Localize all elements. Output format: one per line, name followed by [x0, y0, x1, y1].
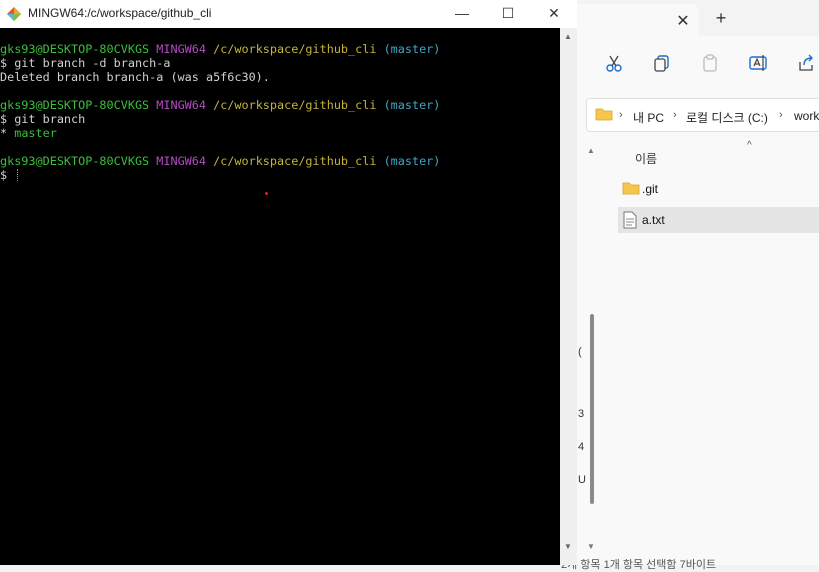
new-tab-button[interactable]: +	[711, 8, 731, 28]
text-cursor	[17, 169, 19, 181]
file-name: a.txt	[642, 213, 665, 227]
file-row[interactable]: a.txt	[618, 207, 819, 233]
prompt-branch: (master)	[383, 42, 441, 56]
scroll-up-icon[interactable]: ▲	[587, 146, 595, 155]
nav-pane-text: (	[578, 346, 582, 358]
prompt-host: MINGW64	[156, 42, 206, 56]
chevron-right-icon: ›	[619, 109, 623, 121]
scroll-up-icon[interactable]: ▲	[564, 32, 572, 41]
scroll-down-icon[interactable]: ▼	[587, 542, 595, 551]
prompt-line: gks93@DESKTOP-80CVKGS MINGW64 /c/workspa…	[0, 98, 440, 112]
output-line: * master	[0, 126, 57, 140]
mouse-pointer-dot	[265, 192, 268, 195]
prompt-branch: (master)	[383, 154, 441, 168]
minimize-button[interactable]: —	[439, 0, 485, 28]
nav-pane-text: 4	[578, 441, 585, 453]
column-header-name[interactable]: 이름	[635, 150, 657, 167]
prompt-line: gks93@DESKTOP-80CVKGS MINGW64 /c/workspa…	[0, 154, 440, 168]
close-button[interactable]: ✕	[531, 0, 577, 28]
prompt-host: MINGW64	[156, 98, 206, 112]
cut-icon[interactable]	[601, 50, 627, 76]
file-row[interactable]: .git	[618, 176, 819, 202]
chevron-right-icon: ›	[673, 109, 677, 121]
terminal-scrollbar[interactable]: ▲ ▼	[560, 28, 577, 565]
command-line: $ git branch	[0, 112, 86, 126]
chevron-right-icon: ›	[779, 109, 783, 121]
terminal-window[interactable]: MINGW64:/c/workspace/github_cli — ☐ ✕ gk…	[0, 0, 577, 565]
breadcrumb-item-local-disk[interactable]: 로컬 디스크 (C:)	[686, 109, 768, 126]
rename-icon[interactable]	[745, 50, 771, 76]
window-title: MINGW64:/c/workspace/github_cli	[28, 6, 212, 20]
sort-ascending-icon: ^	[747, 140, 752, 151]
prompt-user: gks93@DESKTOP-80CVKGS	[0, 98, 150, 112]
file-name: .git	[642, 182, 659, 196]
terminal-output[interactable]: gks93@DESKTOP-80CVKGS MINGW64 /c/workspa…	[0, 28, 560, 565]
status-bar-text: 2개 항목 1개 항목 선택함 7바이트	[561, 559, 717, 571]
folder-icon	[595, 106, 613, 125]
prompt-branch: (master)	[383, 98, 441, 112]
breadcrumb-item-workspace[interactable]: work	[794, 109, 819, 123]
copy-icon[interactable]	[649, 50, 675, 76]
current-branch-marker: *	[0, 126, 15, 140]
scroll-down-icon[interactable]: ▼	[564, 542, 572, 551]
git-bash-icon	[6, 6, 22, 22]
input-prompt: $	[0, 168, 15, 182]
prompt-host: MINGW64	[156, 154, 206, 168]
prompt-path: /c/workspace/github_cli	[213, 98, 377, 112]
prompt-user: gks93@DESKTOP-80CVKGS	[0, 154, 150, 168]
scrollbar-thumb[interactable]	[590, 314, 594, 504]
prompt-path: /c/workspace/github_cli	[213, 154, 377, 168]
paste-icon[interactable]	[697, 50, 723, 76]
share-icon[interactable]	[793, 50, 819, 76]
nav-pane-text: U	[578, 474, 586, 486]
prompt-user: gks93@DESKTOP-80CVKGS	[0, 42, 150, 56]
explorer-tab[interactable]: ✕	[569, 4, 699, 36]
explorer-command-bar	[561, 42, 819, 84]
breadcrumb-item-my-pc[interactable]: 내 PC	[633, 109, 664, 126]
tab-close-button[interactable]: ✕	[673, 12, 693, 32]
file-explorer-window: ✕ + › 내 PC › 로컬 디스크 (C:) › work ( 3 4 U …	[560, 0, 819, 571]
explorer-tab-bar: ✕ +	[561, 0, 819, 36]
nav-pane-scrollbar[interactable]: ▲ ▼	[587, 146, 597, 558]
current-branch-name: master	[14, 126, 57, 140]
text-file-icon	[622, 211, 640, 229]
terminal-title-bar[interactable]: MINGW64:/c/workspace/github_cli — ☐ ✕	[0, 0, 577, 28]
input-line[interactable]: $	[0, 168, 19, 182]
command-line: $ git branch -d branch-a	[0, 56, 171, 70]
output-line: Deleted branch branch-a (was a5f6c30).	[0, 70, 270, 84]
prompt-path: /c/workspace/github_cli	[213, 42, 377, 56]
folder-icon	[622, 180, 640, 198]
maximize-button[interactable]: ☐	[485, 0, 531, 28]
address-bar[interactable]: › 내 PC › 로컬 디스크 (C:) › work	[586, 98, 819, 132]
prompt-line: gks93@DESKTOP-80CVKGS MINGW64 /c/workspa…	[0, 42, 440, 56]
nav-pane-text: 3	[578, 408, 585, 420]
